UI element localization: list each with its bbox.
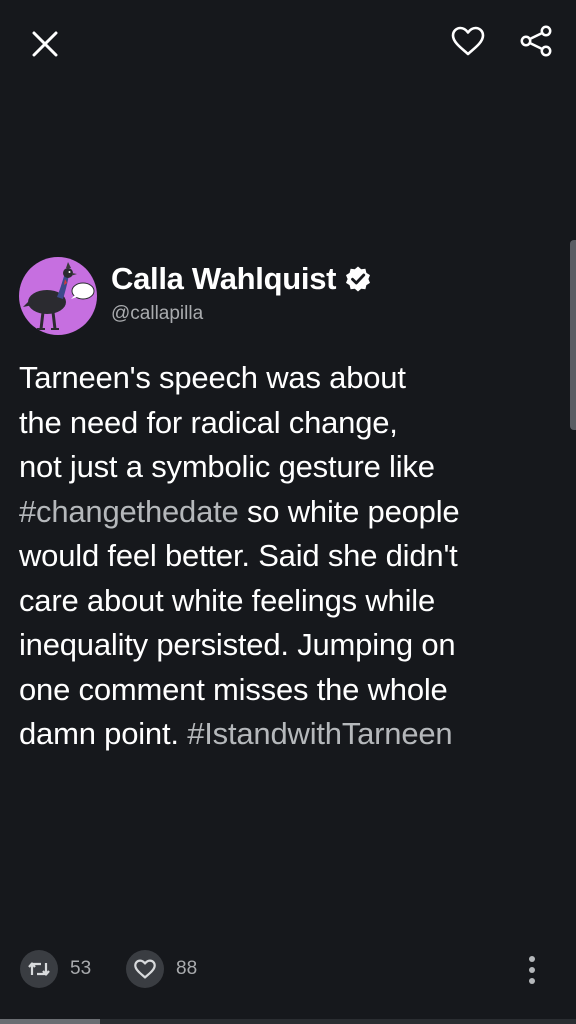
- tweet-text: Tarneen's speech was about the need for r…: [19, 356, 564, 757]
- author-handle: @callapilla: [111, 303, 204, 324]
- retweet-icon: [28, 962, 50, 976]
- author-info: Calla Wahlquist @callapilla: [111, 261, 372, 325]
- more-vertical-icon: [529, 967, 535, 973]
- author-name[interactable]: Calla Wahlquist: [111, 261, 336, 297]
- avatar[interactable]: [19, 257, 97, 335]
- tweet-text-segment: would feel better. Said she didn't: [19, 538, 458, 573]
- retweet-action: 53: [20, 950, 91, 988]
- tweet-text-segment: care about white feelings while: [19, 582, 435, 618]
- share-button[interactable]: [512, 17, 560, 65]
- close-button[interactable]: [21, 20, 69, 68]
- tweet-text-segment: the need for radical change,: [19, 404, 398, 440]
- share-icon: [520, 25, 552, 57]
- more-vertical-icon: [529, 978, 535, 984]
- action-bar: 53 88: [20, 950, 576, 990]
- media-progress-fill: [0, 1019, 100, 1024]
- like-button[interactable]: [126, 950, 164, 988]
- more-vertical-icon: [529, 956, 535, 962]
- tweet-line: damn point. #IstandwithTarneen: [19, 712, 564, 757]
- tweet-line: #changethedate so white people: [19, 490, 564, 535]
- hashtag-link[interactable]: #IstandwithTarneen: [187, 716, 452, 751]
- tweet-line: care about white feelings while: [19, 579, 564, 624]
- like-count: 88: [176, 958, 198, 979]
- close-icon: [32, 31, 58, 57]
- author-name-row: Calla Wahlquist: [111, 261, 372, 297]
- favorite-button[interactable]: [444, 17, 492, 65]
- tweet-line: not just a symbolic gesture like: [19, 445, 564, 490]
- tweet-line: Tarneen's speech was about: [19, 356, 564, 401]
- author-header[interactable]: Calla Wahlquist @callapilla: [19, 257, 372, 335]
- heart-outline-icon: [451, 26, 485, 56]
- more-options-button[interactable]: [522, 950, 542, 990]
- verified-badge-icon: [344, 265, 372, 293]
- tweet-text-segment: not just a symbolic gesture like: [19, 449, 435, 484]
- retweet-count: 53: [70, 958, 92, 979]
- tweet-line: would feel better. Said she didn't: [19, 534, 564, 579]
- hashtag-link[interactable]: #changethedate: [19, 494, 239, 529]
- scroll-indicator[interactable]: [570, 240, 576, 430]
- cassowary-avatar-icon: [23, 262, 95, 330]
- tweet-text-segment: Tarneen's speech was about: [19, 360, 406, 395]
- like-action: 88: [126, 950, 197, 988]
- heart-outline-icon: [134, 959, 156, 979]
- tweet-line: inequality persisted. Jumping on: [19, 623, 564, 668]
- top-bar: [0, 0, 576, 90]
- retweet-button[interactable]: [20, 950, 58, 988]
- tweet-text-segment: one comment misses the whole: [19, 671, 448, 707]
- tweet-text-segment: so white people: [238, 493, 460, 529]
- tweet-line: one comment misses the whole: [19, 668, 564, 713]
- tweet-text-segment: inequality persisted. Jumping on: [19, 627, 456, 662]
- tweet-text-segment: damn point.: [19, 716, 188, 751]
- media-progress-bar[interactable]: [0, 1019, 576, 1024]
- tweet-line: the need for radical change,: [19, 401, 564, 446]
